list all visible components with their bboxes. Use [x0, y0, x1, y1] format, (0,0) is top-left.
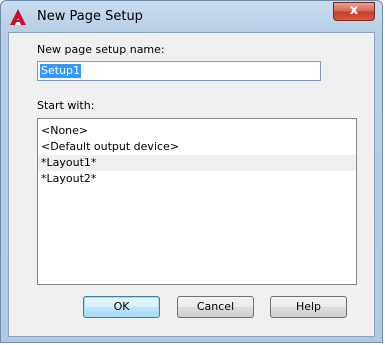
- list-item-layout1[interactable]: *Layout1*: [38, 155, 356, 171]
- setup-name-label: New page setup name:: [37, 43, 165, 56]
- ok-button[interactable]: OK: [83, 296, 160, 318]
- close-icon: x: [349, 3, 359, 18]
- list-item-default-output-device[interactable]: <Default output device>: [38, 139, 356, 155]
- close-button[interactable]: x: [333, 2, 375, 21]
- setup-name-value: Setup1: [40, 64, 82, 78]
- dialog-window: New Page Setup x New page setup name: Se…: [0, 0, 383, 343]
- start-with-listbox[interactable]: <None> <Default output device> *Layout1*…: [37, 118, 357, 285]
- setup-name-field[interactable]: Setup1: [37, 61, 321, 81]
- window-title: New Page Setup: [37, 9, 143, 24]
- cancel-button[interactable]: Cancel: [177, 296, 254, 318]
- list-item-none[interactable]: <None>: [38, 123, 356, 139]
- start-with-label: Start with:: [37, 99, 95, 112]
- title-bar[interactable]: New Page Setup x: [1, 1, 382, 32]
- help-button[interactable]: Help: [270, 296, 347, 318]
- autocad-a-icon: [9, 8, 27, 26]
- list-item-layout2[interactable]: *Layout2*: [38, 171, 356, 187]
